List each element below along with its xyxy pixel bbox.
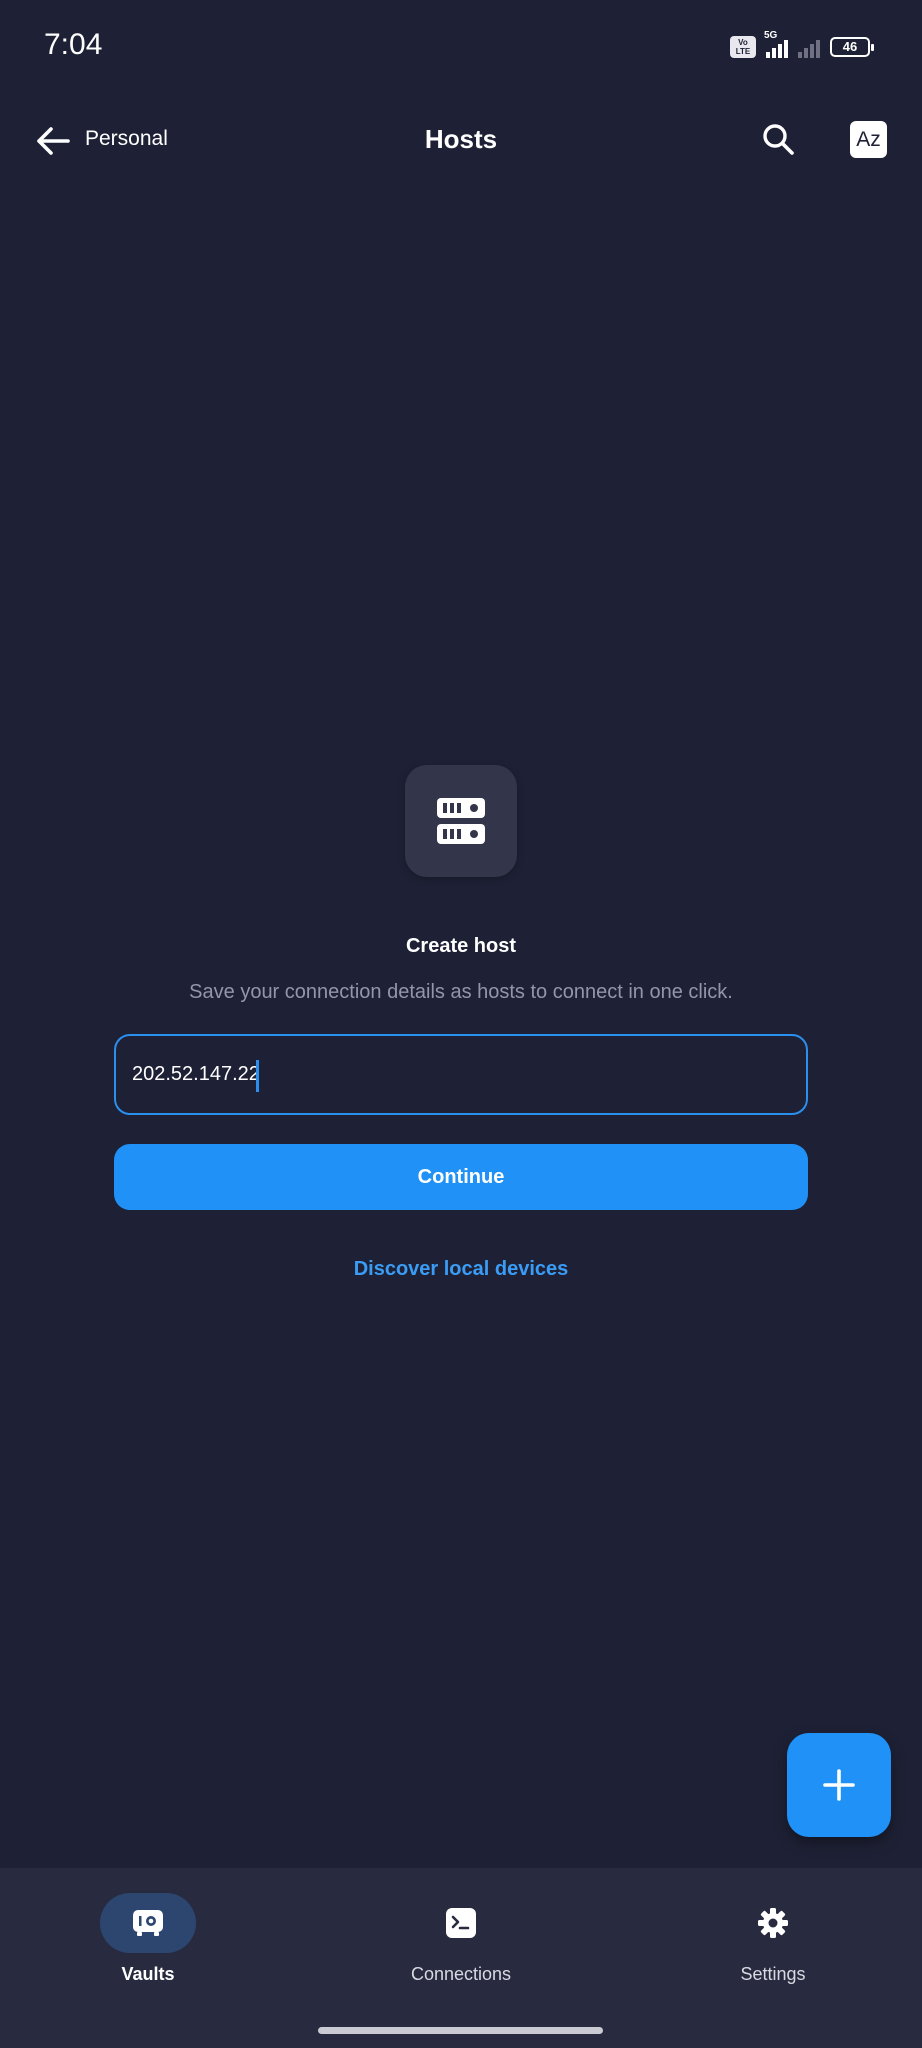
server-icon-tile [405, 765, 517, 877]
gear-icon [758, 1908, 788, 1938]
nav-icon-container [725, 1893, 821, 1953]
home-indicator[interactable] [318, 2027, 603, 2034]
server-icon [437, 798, 485, 844]
signal-secondary-icon [798, 36, 820, 58]
nav-label-vaults: Vaults [121, 1964, 175, 1984]
empty-state-title: Create host [405, 935, 517, 957]
nav-icon-container [413, 1893, 509, 1953]
nav-label-settings: Settings [740, 1964, 806, 1984]
bottom-navigation: Vaults Connections Settings [0, 1868, 922, 2048]
search-button[interactable] [755, 116, 801, 162]
volte-icon: Vo LTE [730, 36, 756, 58]
battery-icon: 46 [830, 37, 874, 57]
continue-button[interactable]: Continue [114, 1144, 808, 1210]
nav-item-settings[interactable]: Settings [653, 1868, 893, 2028]
add-host-button[interactable] [787, 1733, 891, 1837]
discover-local-devices-link[interactable]: Discover local devices [0, 1258, 922, 1281]
status-icons: Vo LTE 5G 46 [730, 30, 874, 62]
network-type: 5G [764, 30, 778, 41]
nav-label-connections: Connections [410, 1964, 512, 1984]
sort-button[interactable]: Az [850, 121, 887, 158]
terminal-icon [446, 1908, 476, 1938]
plus-icon [823, 1769, 855, 1801]
signal-icon: 5G [764, 30, 788, 58]
nav-active-indicator [100, 1893, 196, 1953]
vault-icon [133, 1910, 163, 1936]
host-address-input[interactable] [132, 1036, 772, 1113]
status-time: 7:04 [44, 28, 103, 61]
nav-item-connections[interactable]: Connections [341, 1868, 581, 2028]
host-address-field[interactable] [114, 1034, 808, 1115]
search-icon [763, 124, 794, 155]
nav-item-vaults[interactable]: Vaults [28, 1868, 268, 2028]
text-caret [256, 1060, 259, 1092]
empty-state-description: Save your connection details as hosts to… [189, 981, 733, 1003]
